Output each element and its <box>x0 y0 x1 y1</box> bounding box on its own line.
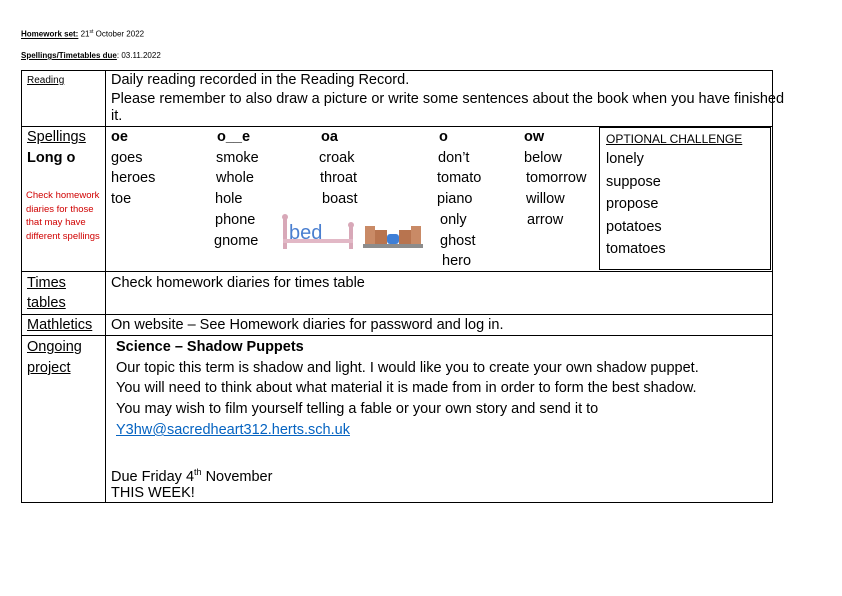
project-due-prefix: Due Friday 4 <box>111 468 195 485</box>
reading-line-2: Please remember to also draw a picture o… <box>111 91 785 107</box>
word-ow-3: willow <box>526 191 565 207</box>
word-ow-2: tomorrow <box>526 170 587 186</box>
ongoing-label-2: project <box>27 360 71 376</box>
due-label: Spellings/Timetables due <box>21 51 117 60</box>
challenge-word-2: suppose <box>606 174 661 190</box>
project-due-rest: November <box>205 468 273 485</box>
word-oa-2: throat <box>320 170 358 186</box>
word-o-2: tomato <box>437 170 482 186</box>
homework-set-day: 21 <box>80 29 90 39</box>
word-ow-4: arrow <box>527 212 564 228</box>
project-due-suffix: th <box>194 467 202 477</box>
word-oe-3: toe <box>111 191 132 207</box>
reading-label: Reading <box>27 75 65 86</box>
bed-illustration: bed <box>279 213 357 249</box>
homework-table: Reading Daily reading recorded in the Re… <box>21 70 784 503</box>
word-o-e-2: whole <box>216 170 254 186</box>
homework-set-rest: October 2022 <box>95 29 145 39</box>
word-oa-3: boast <box>322 191 358 207</box>
mathletics-text: On website – See Homework diaries for pa… <box>111 317 504 333</box>
times-label-2: tables <box>27 295 66 311</box>
col-header-oe: oe <box>111 129 128 145</box>
reading-line-3: it. <box>111 108 123 124</box>
times-label-1: Times <box>27 275 66 291</box>
ongoing-label-1: Ongoing <box>27 339 82 355</box>
project-line-1: Our topic this term is shadow and light.… <box>116 360 699 376</box>
homework-set-suffix: st <box>89 29 94 35</box>
project-line-3: You may wish to film yourself telling a … <box>116 401 599 417</box>
word-o-e-5: gnome <box>214 233 259 249</box>
word-o-1: don’t <box>438 150 470 166</box>
mathletics-label: Mathletics <box>27 317 93 333</box>
reading-line-1: Daily reading recorded in the Reading Re… <box>111 72 410 88</box>
project-email-link[interactable]: Y3hw@sacredheart312.herts.sch.uk <box>116 422 350 439</box>
homework-set-line: Homework set: 21st October 2022 <box>21 29 144 39</box>
word-o-3: piano <box>437 191 473 207</box>
project-this-week: THIS WEEK! <box>111 485 195 501</box>
challenge-word-4: potatoes <box>606 219 662 235</box>
bed-letters: bed <box>289 222 322 244</box>
spellings-label: Spellings <box>27 129 86 145</box>
word-ow-1: below <box>524 150 562 166</box>
col-header-o: o <box>439 129 448 145</box>
challenge-word-1: lonely <box>606 151 644 167</box>
project-due: Due Friday 4th November <box>111 464 272 486</box>
word-o-e-4: phone <box>215 212 256 228</box>
col-header-oa: oa <box>321 129 338 145</box>
word-o-e-3: hole <box>215 191 243 207</box>
word-o-5: ghost <box>440 233 476 249</box>
project-line-2: You will need to think about what materi… <box>116 380 697 396</box>
homework-set-label: Homework set: <box>21 29 79 39</box>
word-oe-2: heroes <box>111 170 156 186</box>
col-header-ow: ow <box>524 129 545 145</box>
spellings-note: Check homework diaries for those that ma… <box>26 190 100 242</box>
times-text: Check homework diaries for times table <box>111 275 365 291</box>
col-header-o-e: o__e <box>217 129 251 145</box>
word-oe-1: goes <box>111 150 143 166</box>
spellings-sublabel: Long o <box>27 150 76 166</box>
project-title: Science – Shadow Puppets <box>116 339 304 355</box>
challenge-word-3: propose <box>606 196 659 212</box>
word-o-6: hero <box>442 253 472 269</box>
challenge-word-5: tomatoes <box>606 241 666 257</box>
bed-hands-illustration <box>361 216 425 250</box>
due-value: : 03.11.2022 <box>116 51 161 60</box>
word-o-4: only <box>440 212 467 228</box>
word-oa-1: croak <box>319 150 355 166</box>
word-o-e-1: smoke <box>216 150 259 166</box>
due-line: Spellings/Timetables due: 03.11.2022 <box>21 51 161 60</box>
challenge-title: OPTIONAL CHALLENGE <box>606 132 743 146</box>
